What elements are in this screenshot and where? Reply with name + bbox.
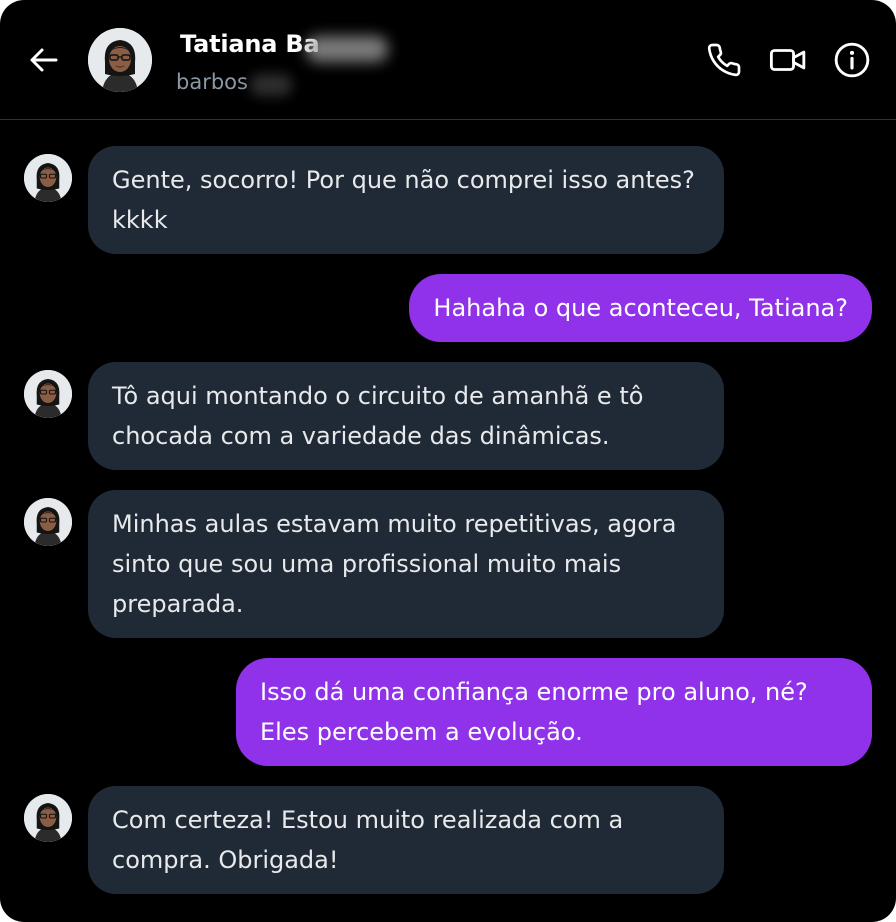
- back-button[interactable]: [26, 42, 62, 78]
- contact-name[interactable]: Tatiana Ba: [180, 30, 320, 58]
- contact-avatar[interactable]: [88, 28, 152, 92]
- incoming-message[interactable]: Com certeza! Estou muito realizada com a…: [88, 786, 724, 894]
- incoming-message[interactable]: Tô aqui montando o circuito de amanhã e …: [88, 362, 724, 470]
- outgoing-message[interactable]: Isso dá uma confiança enorme pro aluno, …: [236, 658, 872, 766]
- avatar-photo: [24, 794, 72, 842]
- info-button[interactable]: [832, 40, 872, 80]
- sender-avatar[interactable]: [24, 794, 72, 842]
- arrow-left-icon: [30, 48, 58, 72]
- incoming-message[interactable]: Minhas aulas estavam muito repetitivas, …: [88, 490, 724, 638]
- phone-icon: [707, 43, 741, 77]
- avatar-photo: [24, 370, 72, 418]
- incoming-message[interactable]: Gente, socorro! Por que não comprei isso…: [88, 146, 724, 254]
- info-icon: [834, 42, 870, 78]
- sender-avatar[interactable]: [24, 498, 72, 546]
- chat-window: Tatiana Ba barbos Gente, socorro! Por qu…: [0, 0, 896, 922]
- redaction-blur: [250, 74, 292, 96]
- avatar-photo: [24, 154, 72, 202]
- outgoing-message[interactable]: Hahaha o que aconteceu, Tatiana?: [409, 274, 872, 342]
- call-button[interactable]: [704, 40, 744, 80]
- avatar-photo: [24, 498, 72, 546]
- sender-avatar[interactable]: [24, 154, 72, 202]
- video-call-button[interactable]: [768, 40, 808, 80]
- avatar-photo: [88, 28, 152, 92]
- chat-header: Tatiana Ba barbos: [0, 0, 896, 120]
- sender-avatar[interactable]: [24, 370, 72, 418]
- redaction-blur: [306, 36, 388, 62]
- video-camera-icon: [769, 49, 806, 71]
- contact-handle: barbos: [176, 70, 248, 94]
